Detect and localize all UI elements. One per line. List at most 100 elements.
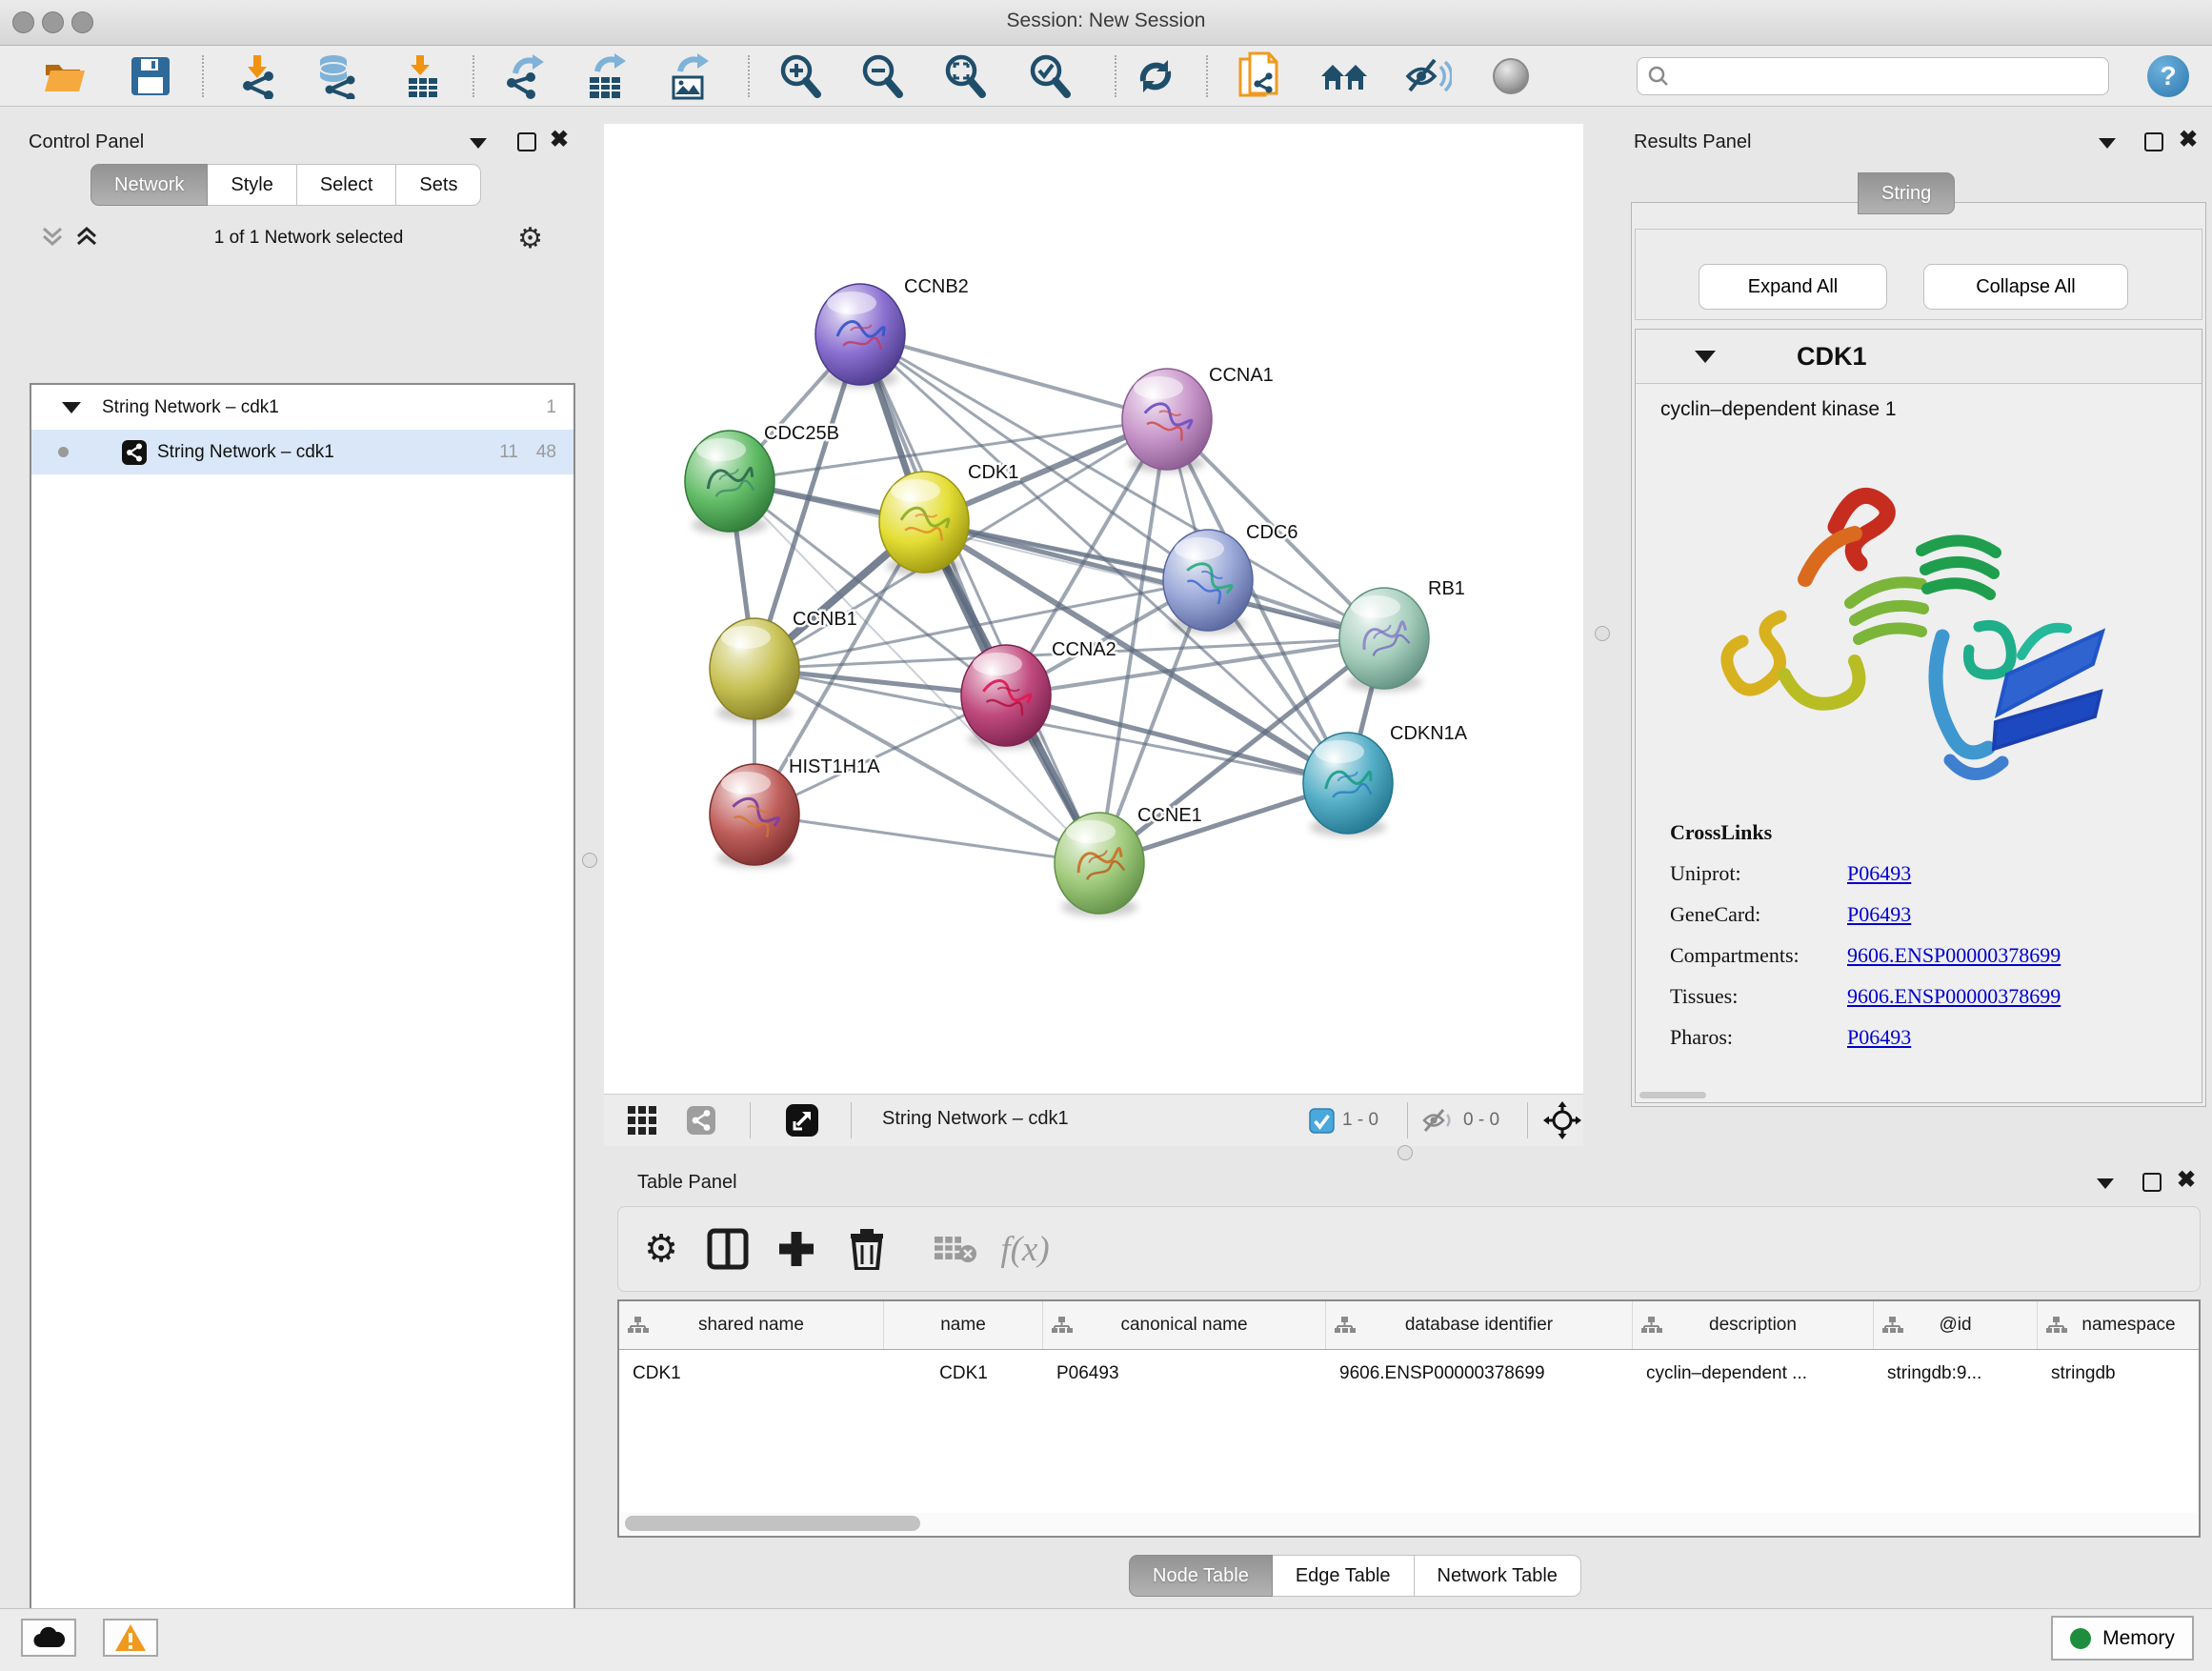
crosslink-link[interactable]: 9606.ENSP00000378699	[1847, 943, 2061, 968]
zoom-fit-button[interactable]	[940, 52, 990, 100]
selected-indicator[interactable]: 1 - 0	[1309, 1095, 1378, 1146]
delete-table-button[interactable]	[928, 1220, 983, 1278]
zoom-selected-button[interactable]	[1025, 52, 1075, 100]
entry-expander-icon[interactable]	[1695, 351, 1716, 363]
network-node-CCNA1[interactable]	[1122, 369, 1212, 470]
column-header-name[interactable]: name	[884, 1301, 1043, 1349]
search-input[interactable]	[1678, 65, 2108, 88]
create-column-button[interactable]	[769, 1220, 824, 1278]
memory-button[interactable]: Memory	[2051, 1616, 2194, 1661]
table-cell--id[interactable]: stringdb:9...	[1874, 1350, 2038, 1398]
table-hscroll-thumb[interactable]	[625, 1516, 920, 1531]
network-collection-row[interactable]: String Network – cdk1 1	[31, 385, 573, 430]
zoom-in-button[interactable]	[775, 52, 825, 100]
import-table-button[interactable]	[398, 52, 448, 100]
search-field[interactable]	[1637, 57, 2109, 95]
crosslink-link[interactable]: 9606.ENSP00000378699	[1847, 984, 2061, 1009]
left-splitter-handle[interactable]	[582, 853, 597, 868]
results-hscroll-thumb[interactable]	[1639, 1092, 1706, 1098]
column-header-canonical-name[interactable]: canonical name	[1043, 1301, 1326, 1349]
crosslink-link[interactable]: P06493	[1847, 1025, 1911, 1050]
expand-all-button[interactable]: Expand All	[1699, 264, 1887, 310]
network-node-CCNB2[interactable]	[815, 284, 905, 385]
hidden-indicator[interactable]: 0 - 0	[1421, 1095, 1499, 1146]
detach-view-button[interactable]	[785, 1095, 819, 1146]
export-image-button[interactable]	[665, 52, 714, 100]
tab-network[interactable]: Network	[90, 164, 208, 206]
table-cell-name[interactable]: CDK1	[884, 1350, 1043, 1398]
network-view-button[interactable]	[686, 1095, 716, 1146]
table-cell-namespace[interactable]: stringdb	[2038, 1350, 2201, 1398]
cloud-status-button[interactable]	[21, 1619, 76, 1657]
zoom-out-button[interactable]	[857, 52, 907, 100]
save-session-button[interactable]	[126, 52, 175, 100]
function-builder-button[interactable]: f(x)	[997, 1220, 1053, 1278]
tab-sets[interactable]: Sets	[396, 164, 481, 206]
network-node-CCNA2[interactable]	[961, 645, 1051, 746]
table-options-gear-icon[interactable]: ⚙	[633, 1220, 689, 1278]
collapse-all-networks-icon[interactable]	[39, 225, 66, 252]
network-node-RB1[interactable]	[1339, 588, 1429, 689]
network-node-CDC6[interactable]	[1163, 530, 1253, 631]
collection-expander-icon[interactable]	[62, 402, 81, 413]
collapse-all-button[interactable]: Collapse All	[1923, 264, 2128, 310]
network-row-selected[interactable]: String Network – cdk1 11 48	[31, 430, 573, 474]
hide-graphics-details-button[interactable]	[1403, 52, 1453, 100]
node-entry-header[interactable]: CDK1	[1636, 330, 2202, 384]
expand-all-networks-icon[interactable]	[73, 225, 100, 252]
tab-select[interactable]: Select	[297, 164, 397, 206]
results-panel-menu-button[interactable]	[2099, 138, 2116, 149]
show-graphics-details-button[interactable]	[1486, 52, 1536, 100]
table-panel-close-button[interactable]: ✖	[2177, 1173, 2196, 1188]
grid-view-button[interactable]	[627, 1095, 657, 1146]
table-row[interactable]: CDK1CDK1P064939606.ENSP00000378699cyclin…	[619, 1350, 2199, 1398]
table-cell-shared-name[interactable]: CDK1	[619, 1350, 884, 1398]
crosslink-link[interactable]: P06493	[1847, 902, 1911, 927]
network-edge-HIST1H1A-CCNE1[interactable]	[754, 815, 1099, 863]
tab-string[interactable]: String	[1858, 172, 1955, 214]
warning-status-button[interactable]	[103, 1619, 158, 1657]
export-network-button[interactable]	[500, 52, 550, 100]
column-header-database-identifier[interactable]: database identifier	[1326, 1301, 1633, 1349]
clone-network-button[interactable]	[1235, 52, 1284, 100]
birdseye-navigator-button[interactable]	[1543, 1095, 1581, 1146]
control-panel-menu-button[interactable]	[470, 138, 487, 149]
network-node-CCNB1[interactable]	[710, 618, 799, 719]
column-header-shared-name[interactable]: shared name	[619, 1301, 884, 1349]
import-network-file-button[interactable]	[233, 52, 283, 100]
network-node-CCNE1[interactable]	[1055, 813, 1144, 914]
results-panel-float-button[interactable]	[2144, 132, 2163, 151]
import-network-database-button[interactable]	[312, 52, 362, 100]
network-canvas[interactable]: CCNB2CCNA1CDC25BCDK1CDC6RB1CCNB1CCNA2CDK…	[604, 124, 1583, 1094]
show-columns-button[interactable]	[700, 1220, 755, 1278]
home-pages-button[interactable]	[1319, 52, 1369, 100]
right-splitter-handle[interactable]	[1595, 626, 1610, 641]
network-node-CDC25B[interactable]	[685, 431, 774, 532]
refresh-view-button[interactable]	[1131, 52, 1180, 100]
network-node-CDK1[interactable]	[879, 472, 969, 573]
export-table-button[interactable]	[582, 52, 632, 100]
open-session-button[interactable]	[40, 52, 90, 100]
delete-column-button[interactable]	[839, 1220, 895, 1278]
table-panel-float-button[interactable]	[2142, 1173, 2162, 1192]
control-panel-close-button[interactable]: ✖	[550, 132, 569, 148]
tab-node-table[interactable]: Node Table	[1129, 1555, 1273, 1597]
table-cell-canonical-name[interactable]: P06493	[1043, 1350, 1326, 1398]
table-panel-menu-button[interactable]	[2097, 1178, 2114, 1189]
bottom-splitter-handle[interactable]	[1398, 1145, 1413, 1160]
results-panel-close-button[interactable]: ✖	[2179, 132, 2198, 148]
table-cell-description[interactable]: cyclin–dependent ...	[1633, 1350, 1874, 1398]
control-panel-float-button[interactable]	[517, 132, 536, 151]
crosslink-link[interactable]: P06493	[1847, 861, 1911, 886]
tab-style[interactable]: Style	[208, 164, 296, 206]
tab-network-table[interactable]: Network Table	[1415, 1555, 1581, 1597]
table-cell-database-identifier[interactable]: 9606.ENSP00000378699	[1326, 1350, 1633, 1398]
column-header--id[interactable]: @id	[1874, 1301, 2038, 1349]
tab-edge-table[interactable]: Edge Table	[1273, 1555, 1415, 1597]
network-node-HIST1H1A[interactable]	[710, 764, 799, 865]
network-options-gear-icon[interactable]: ⚙	[517, 222, 543, 255]
column-header-namespace[interactable]: namespace	[2038, 1301, 2201, 1349]
column-header-description[interactable]: description	[1633, 1301, 1874, 1349]
help-button[interactable]: ?	[2147, 55, 2189, 97]
network-node-CDKN1A[interactable]	[1303, 733, 1393, 834]
